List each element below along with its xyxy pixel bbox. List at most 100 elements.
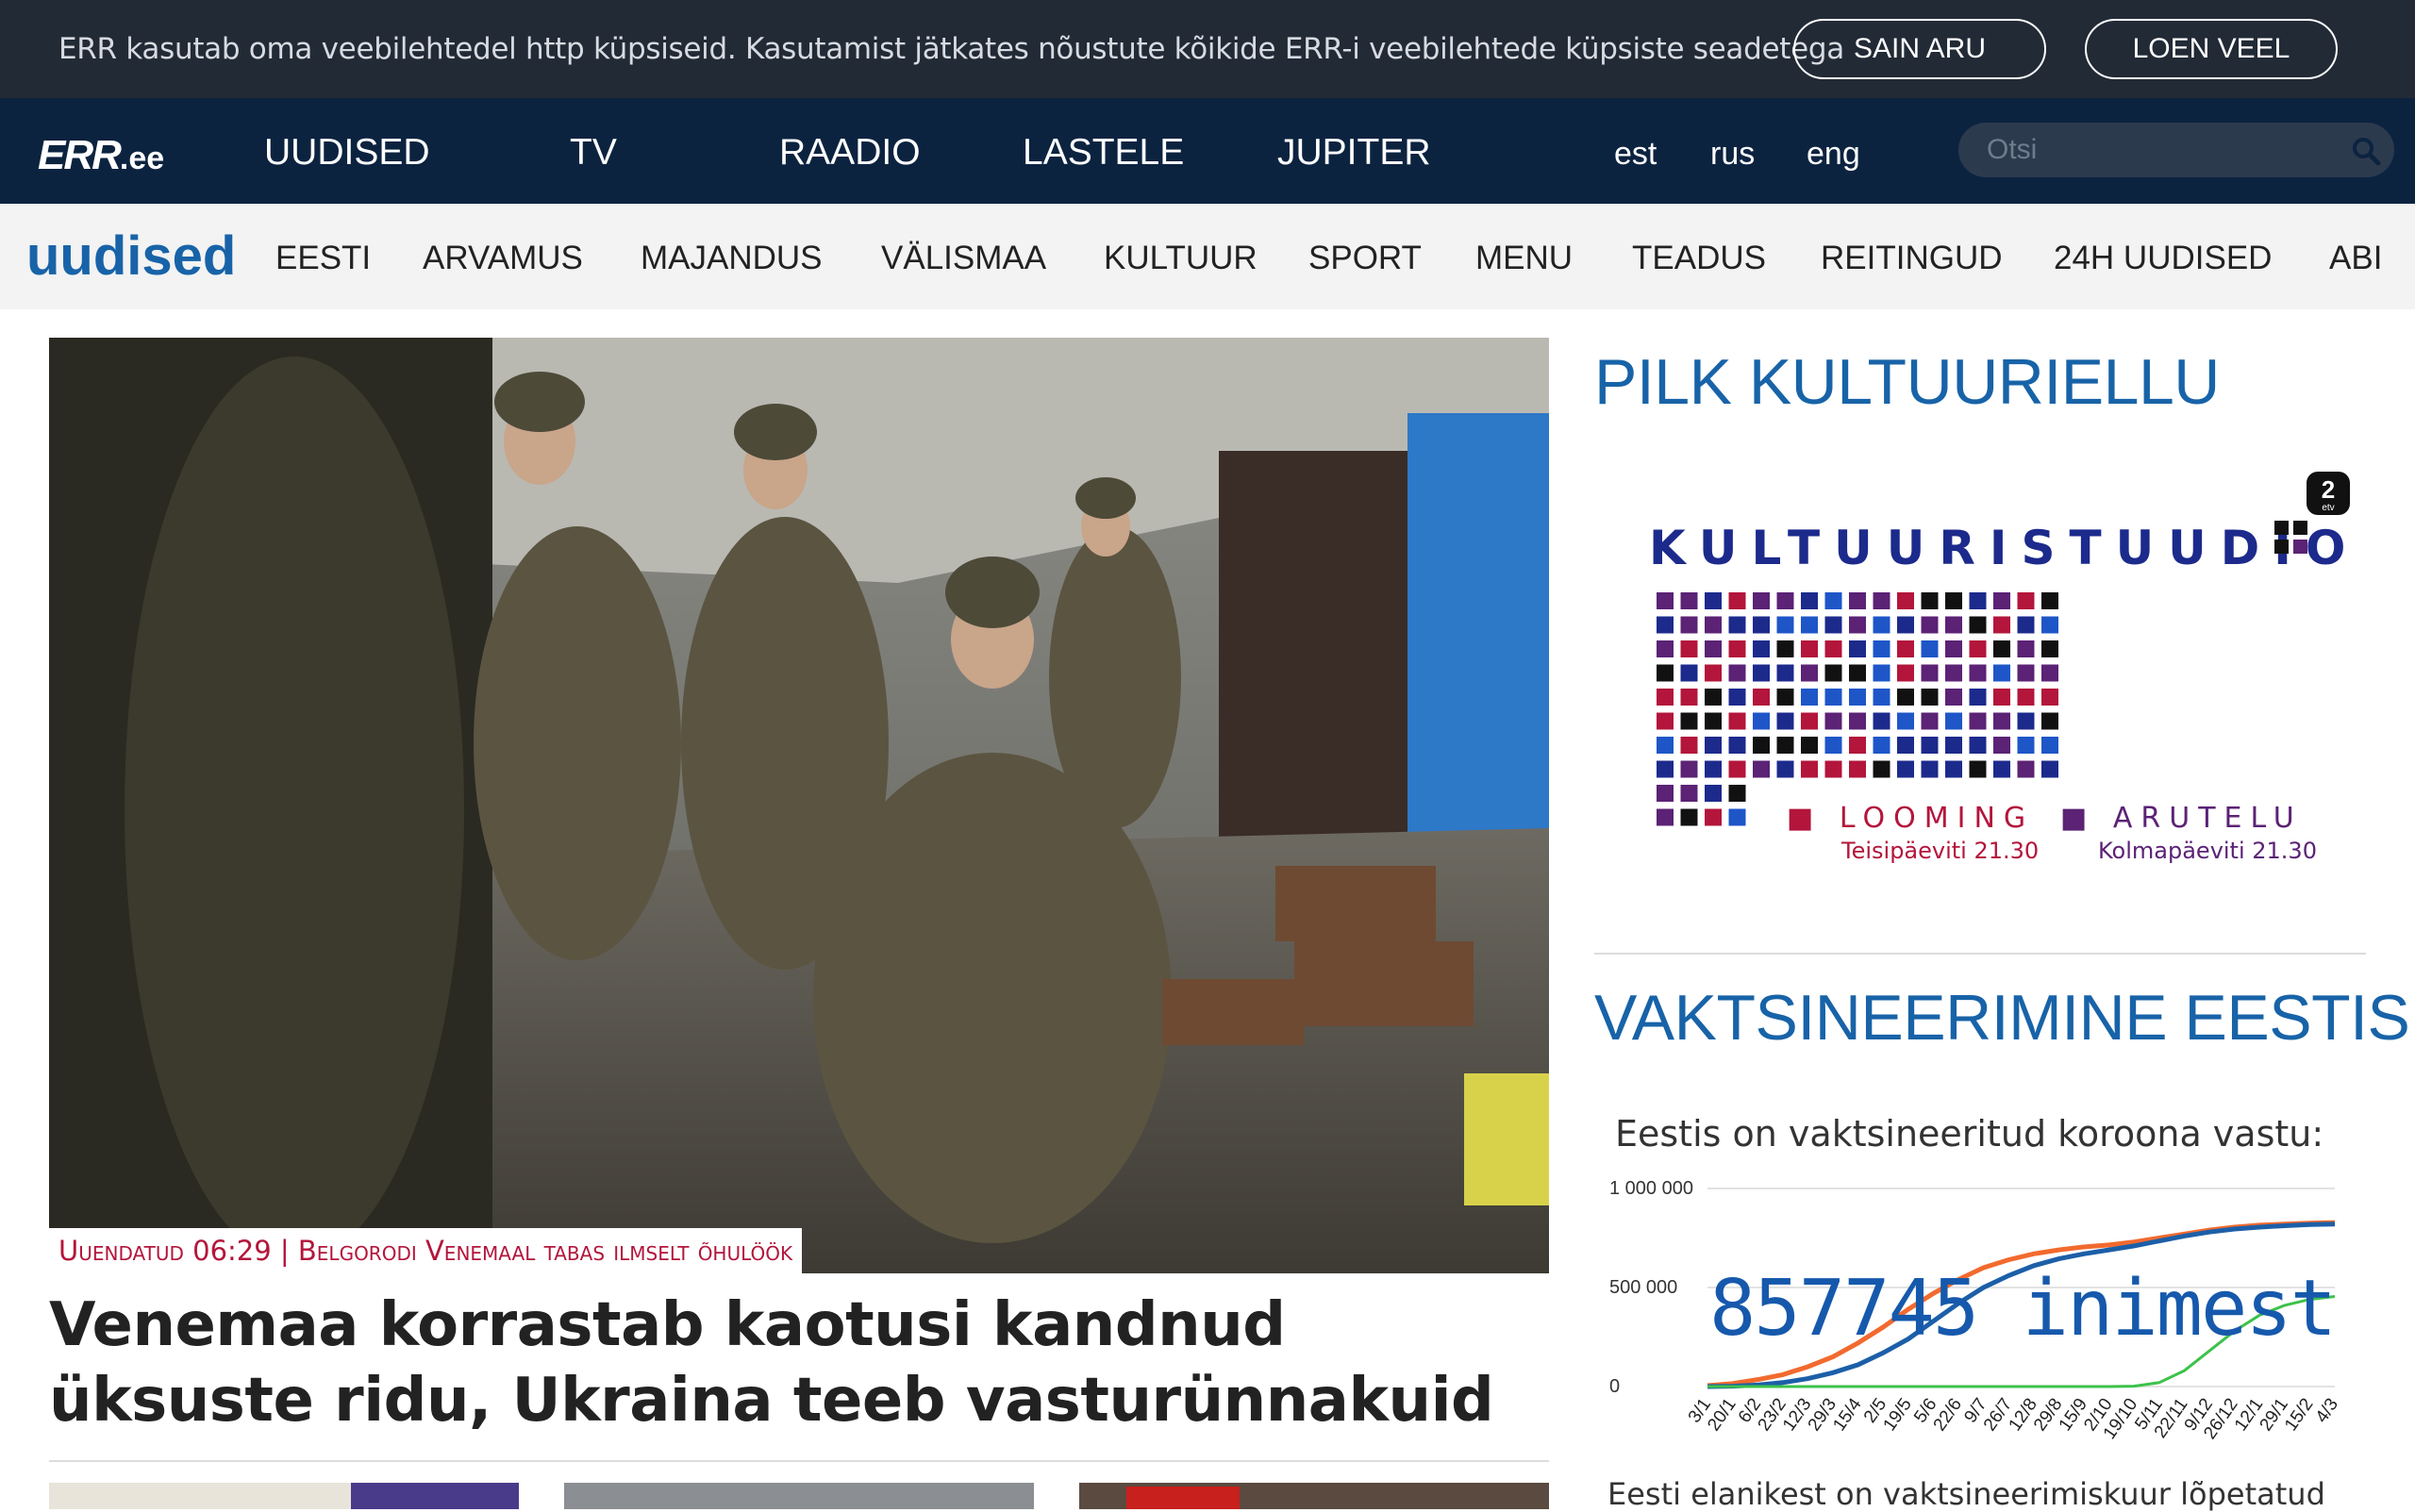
chart-y-tick-label: 0 [1609,1376,1620,1397]
promo-square [1897,640,1914,657]
promo-square [1993,689,2010,706]
language-est[interactable]: est [1614,136,1657,173]
nav-item-raadio[interactable]: RAADIO [779,132,921,174]
section-item-eesti[interactable]: EESTI [275,240,371,277]
promo-square [1897,616,1914,634]
promo-square [2017,640,2035,657]
promo-square [1897,737,1914,754]
promo-square [1921,592,1939,609]
promo-square [1657,616,1674,634]
thumbnail-art [1126,1487,1240,1509]
promo-square [1705,640,1722,657]
promo-square [1728,664,1746,682]
nav-item-tv[interactable]: TV [570,132,617,174]
promo-square [1657,808,1674,826]
promo-square [2293,521,2307,535]
promo-square [1657,640,1674,657]
article-thumbnail[interactable] [1079,1483,1549,1509]
section-title[interactable]: uudised [26,224,236,288]
promo-square [1728,737,1746,754]
promo-square [1776,712,1794,730]
promo-square [2041,760,2058,778]
promo-square [1824,640,1842,657]
promo-square [1849,640,1866,657]
language-rus[interactable]: rus [1710,136,1755,173]
promo-square [1728,616,1746,634]
section-item-arvamus[interactable]: ARVAMUS [423,240,583,277]
promo-square [2017,712,2035,730]
section-item-reitingud[interactable]: REITINGUD [1821,240,2003,277]
promo-square [1753,737,1770,754]
section-item-sport[interactable]: SPORT [1308,240,1422,277]
chart-y-tick-label: 500 000 [1609,1277,1677,1298]
hero-image[interactable] [49,338,1549,1273]
promo-square [2274,521,2289,535]
hero-caption[interactable]: Uuendatud 06:29 | Belgorodi Venemaal tab… [49,1228,803,1273]
article-thumbnail[interactable] [49,1483,519,1509]
nav-item-jupiter[interactable]: JUPITER [1277,132,1431,174]
section-item-teadus[interactable]: TEADUS [1632,240,1766,277]
promo-square [1776,640,1794,657]
promo-square [1849,616,1866,634]
promo-square [1680,689,1698,706]
search-icon[interactable] [2349,134,2383,168]
promo-square [1969,640,1987,657]
promo-square [2041,737,2058,754]
section-item-majandus[interactable]: MAJANDUS [641,240,823,277]
promo-show-name: LOOMING [1839,802,2035,835]
article-thumbnail[interactable] [564,1483,1034,1509]
promo-square [1969,616,1987,634]
promo-square [1969,760,1987,778]
promo-square [1680,640,1698,657]
promo-square [1801,592,1818,609]
section-navigation: uudised EESTI ARVAMUS MAJANDUS VÄLISMAA … [0,204,2415,309]
section-item-24h-uudised[interactable]: 24H UUDISED [2054,240,2272,277]
promo-square [1824,689,1842,706]
nav-item-lastele[interactable]: LASTELE [1023,132,1184,174]
promo-square [1993,616,2010,634]
promo-square [1849,712,1866,730]
err-logo[interactable]: ERR.ee [38,132,164,179]
section-item-kultuur[interactable]: KULTUUR [1104,240,1257,277]
promo-square [1824,760,1842,778]
promo-square [1753,689,1770,706]
promo-square [1993,592,2010,609]
promo-square [1728,785,1746,802]
nav-item-uudised[interactable]: UUDISED [264,132,430,174]
promo-square [1849,592,1866,609]
promo-square [1753,712,1770,730]
promo-square [1969,592,1987,609]
promo-square [1753,640,1770,657]
promo-square [1873,712,1890,730]
promo-square [1705,712,1722,730]
promo-square [1993,760,2010,778]
promo-square [1849,737,1866,754]
promo-square [1728,640,1746,657]
language-eng[interactable]: eng [1807,136,1860,173]
etv2-logo-label: etv [2322,503,2334,513]
promo-square [1753,760,1770,778]
hero-headline[interactable]: Venemaa korrastab kaotusi kandnud üksust… [49,1288,1549,1438]
promo-time-arutelu: Kolmapäeviti 21.30 [2098,838,2317,864]
promo-square [1945,737,1962,754]
promo-square [1728,689,1746,706]
promo-heading[interactable]: PILK KULTUURIELLU [1594,345,2220,419]
promo-square [1728,592,1746,609]
promo-square [1680,737,1698,754]
promo-square [2041,712,2058,730]
promo-square [1897,760,1914,778]
kultuuristuudio-promo[interactable]: KULTUURISTUUDIO 2 etv ■ LOOMING ■ ARUTEL… [1594,462,2368,896]
promo-square [1680,785,1698,802]
promo-square [1945,640,1962,657]
promo-square [1921,737,1939,754]
section-item-abi[interactable]: ABI [2329,240,2382,277]
search-input[interactable] [1987,132,2345,168]
promo-square [1657,760,1674,778]
vaccine-heading[interactable]: VAKTSINEERIMINE EESTIS [1594,981,2410,1055]
promo-square [1945,760,1962,778]
cookie-agree-button[interactable]: SAIN ARU [1793,19,2046,79]
section-item-menu[interactable]: MENU [1475,240,1573,277]
logo-text: ERR [38,132,122,178]
cookie-read-more-button[interactable]: LOEN VEEL [2085,19,2338,79]
section-item-valismaa[interactable]: VÄLISMAA [881,240,1046,277]
